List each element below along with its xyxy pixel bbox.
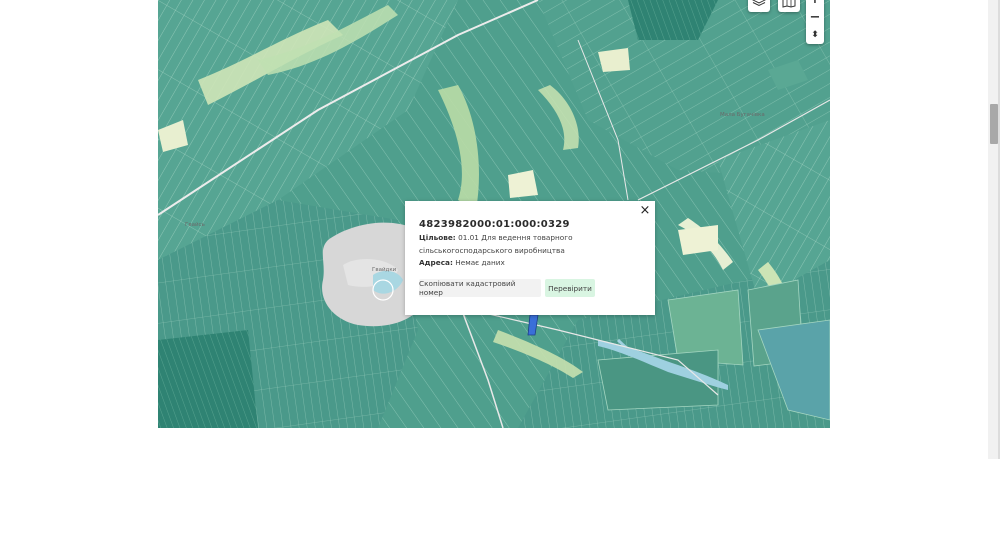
place-label-gvaydky: Гвайдки bbox=[372, 266, 397, 273]
place-label-mala-buhachivka: Мала Бугачівка bbox=[720, 112, 765, 118]
close-icon[interactable]: × bbox=[639, 203, 651, 218]
zoom-controls: + − ⬍ bbox=[806, 0, 824, 44]
layers-icon bbox=[752, 0, 766, 7]
layers-button[interactable] bbox=[748, 0, 770, 12]
map-view-button[interactable] bbox=[778, 0, 800, 12]
zoom-out-button[interactable]: − bbox=[806, 8, 824, 26]
address-label: Адреса: bbox=[419, 258, 453, 267]
check-button[interactable]: Перевірити bbox=[545, 279, 595, 297]
cadastral-number: 4823982000:01:000:0329 bbox=[419, 219, 570, 230]
map-icon bbox=[782, 0, 796, 8]
zoom-in-button[interactable]: + bbox=[806, 0, 824, 8]
purpose-label: Цільове: bbox=[419, 233, 456, 242]
scrollbar-thumb[interactable] bbox=[990, 104, 998, 144]
reset-north-button[interactable]: ⬍ bbox=[806, 26, 824, 44]
address-value: Немає даних bbox=[455, 258, 505, 267]
compass-icon: ⬍ bbox=[811, 30, 819, 40]
address-row: Адреса: Немає даних bbox=[419, 257, 647, 270]
copy-cadastral-button[interactable]: Скопіювати кадастровий номер bbox=[419, 279, 541, 297]
place-label-gvays: Гвайсь bbox=[185, 221, 205, 228]
purpose-row: Цільове: 01.01 Для ведення товарного сіл… bbox=[419, 232, 647, 257]
parcel-popup: × 4823982000:01:000:0329 Цільове: 01.01 … bbox=[405, 201, 655, 315]
